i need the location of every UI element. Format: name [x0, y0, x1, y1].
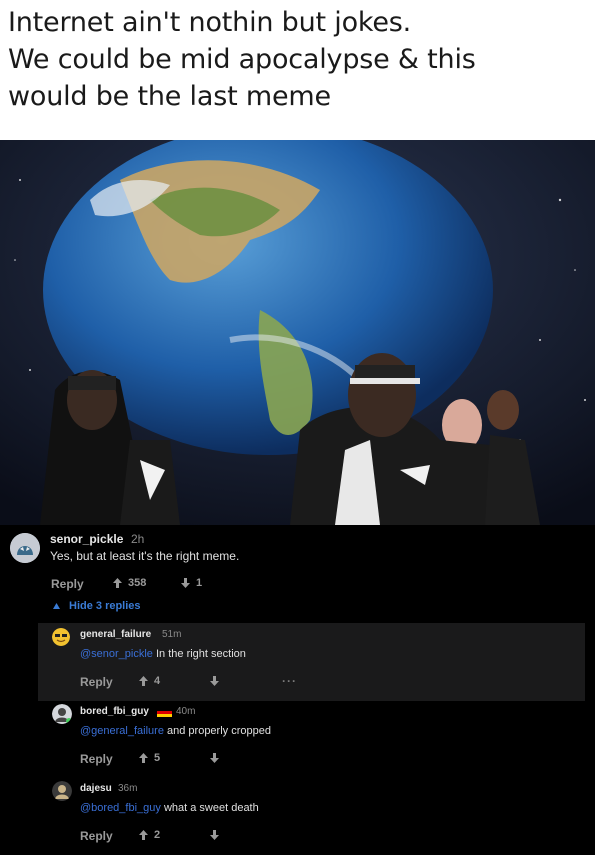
- upvote-count: 358: [128, 577, 147, 589]
- comment-section: senor_pickle 2h Yes, but at least it's t…: [0, 525, 595, 855]
- comment-timestamp: 2h: [131, 532, 145, 546]
- reply-body: @bored_fbi_guy what a sweet death: [80, 802, 259, 814]
- reply-username[interactable]: general_failure: [80, 629, 151, 640]
- caption-line: We could be mid apocalypse & this: [8, 44, 476, 75]
- arrow-down-icon: [181, 578, 190, 588]
- reply-button[interactable]: Reply: [80, 752, 113, 766]
- luchador-avatar-icon: [10, 533, 40, 563]
- arrow-up-icon: [139, 676, 148, 686]
- downvote-button[interactable]: [210, 830, 219, 840]
- upvote-button[interactable]: 4: [139, 675, 160, 687]
- reply-button[interactable]: Reply: [51, 577, 84, 591]
- arrow-up-icon: [139, 830, 148, 840]
- avatar[interactable]: [52, 704, 72, 724]
- upvote-count: 2: [154, 829, 161, 841]
- downvote-count: 1: [196, 577, 203, 589]
- reply-text: In the right section: [152, 648, 246, 660]
- user-mention-link[interactable]: @general_failure: [80, 725, 164, 737]
- germany-flag-icon: [157, 708, 172, 717]
- upvote-button[interactable]: 5: [139, 752, 160, 764]
- hide-replies-button[interactable]: Hide 3 replies: [53, 600, 141, 612]
- reply-timestamp: 40m: [176, 706, 196, 717]
- caret-up-icon: [53, 603, 60, 609]
- arrow-down-icon: [210, 676, 219, 686]
- meme-caption: Internet ain't nothin but jokes. We coul…: [8, 4, 593, 115]
- user-avatar-icon: [52, 704, 72, 724]
- downvote-button[interactable]: [210, 676, 219, 686]
- hide-replies-label: Hide 3 replies: [69, 600, 141, 612]
- reply-button[interactable]: Reply: [80, 829, 113, 843]
- upvote-button[interactable]: 2: [139, 829, 160, 841]
- reply-timestamp: 51m: [162, 629, 182, 640]
- reply-body: @senor_pickle In the right section: [80, 648, 246, 660]
- upvote-count: 5: [154, 752, 161, 764]
- user-avatar-icon: [52, 781, 72, 801]
- arrow-down-icon: [210, 830, 219, 840]
- reply-username[interactable]: bored_fbi_guy: [80, 706, 149, 717]
- user-mention-link[interactable]: @senor_pickle: [80, 648, 153, 660]
- user-mention-link[interactable]: @bored_fbi_guy: [80, 802, 161, 814]
- reply-body: @general_failure and properly cropped: [80, 725, 271, 737]
- reply-timestamp: 36m: [118, 783, 138, 794]
- caption-line: would be the last meme: [8, 81, 331, 112]
- caption-line: Internet ain't nothin but jokes.: [8, 7, 412, 38]
- arrow-up-icon: [113, 578, 122, 588]
- reply-button[interactable]: Reply: [80, 675, 113, 689]
- arrow-down-icon: [210, 753, 219, 763]
- reply-text: what a sweet death: [160, 802, 259, 814]
- downvote-button[interactable]: [210, 753, 219, 763]
- avatar[interactable]: [52, 628, 70, 646]
- more-options-button[interactable]: ···: [282, 674, 297, 688]
- upvote-button[interactable]: 358: [113, 577, 146, 589]
- reply-text: and properly cropped: [163, 725, 271, 737]
- arrow-up-icon: [139, 753, 148, 763]
- comment-username[interactable]: senor_pickle: [50, 532, 123, 546]
- avatar[interactable]: [10, 533, 40, 563]
- downvote-button[interactable]: 1: [181, 577, 202, 589]
- upvote-count: 4: [154, 675, 161, 687]
- sunglasses-emoji-avatar-icon: [52, 628, 70, 646]
- avatar[interactable]: [52, 781, 72, 801]
- meme-image: [0, 140, 595, 525]
- comment-body: Yes, but at least it's the right meme.: [50, 549, 240, 563]
- meme-post: Internet ain't nothin but jokes. We coul…: [0, 0, 595, 525]
- reply-username[interactable]: dajesu: [80, 783, 112, 794]
